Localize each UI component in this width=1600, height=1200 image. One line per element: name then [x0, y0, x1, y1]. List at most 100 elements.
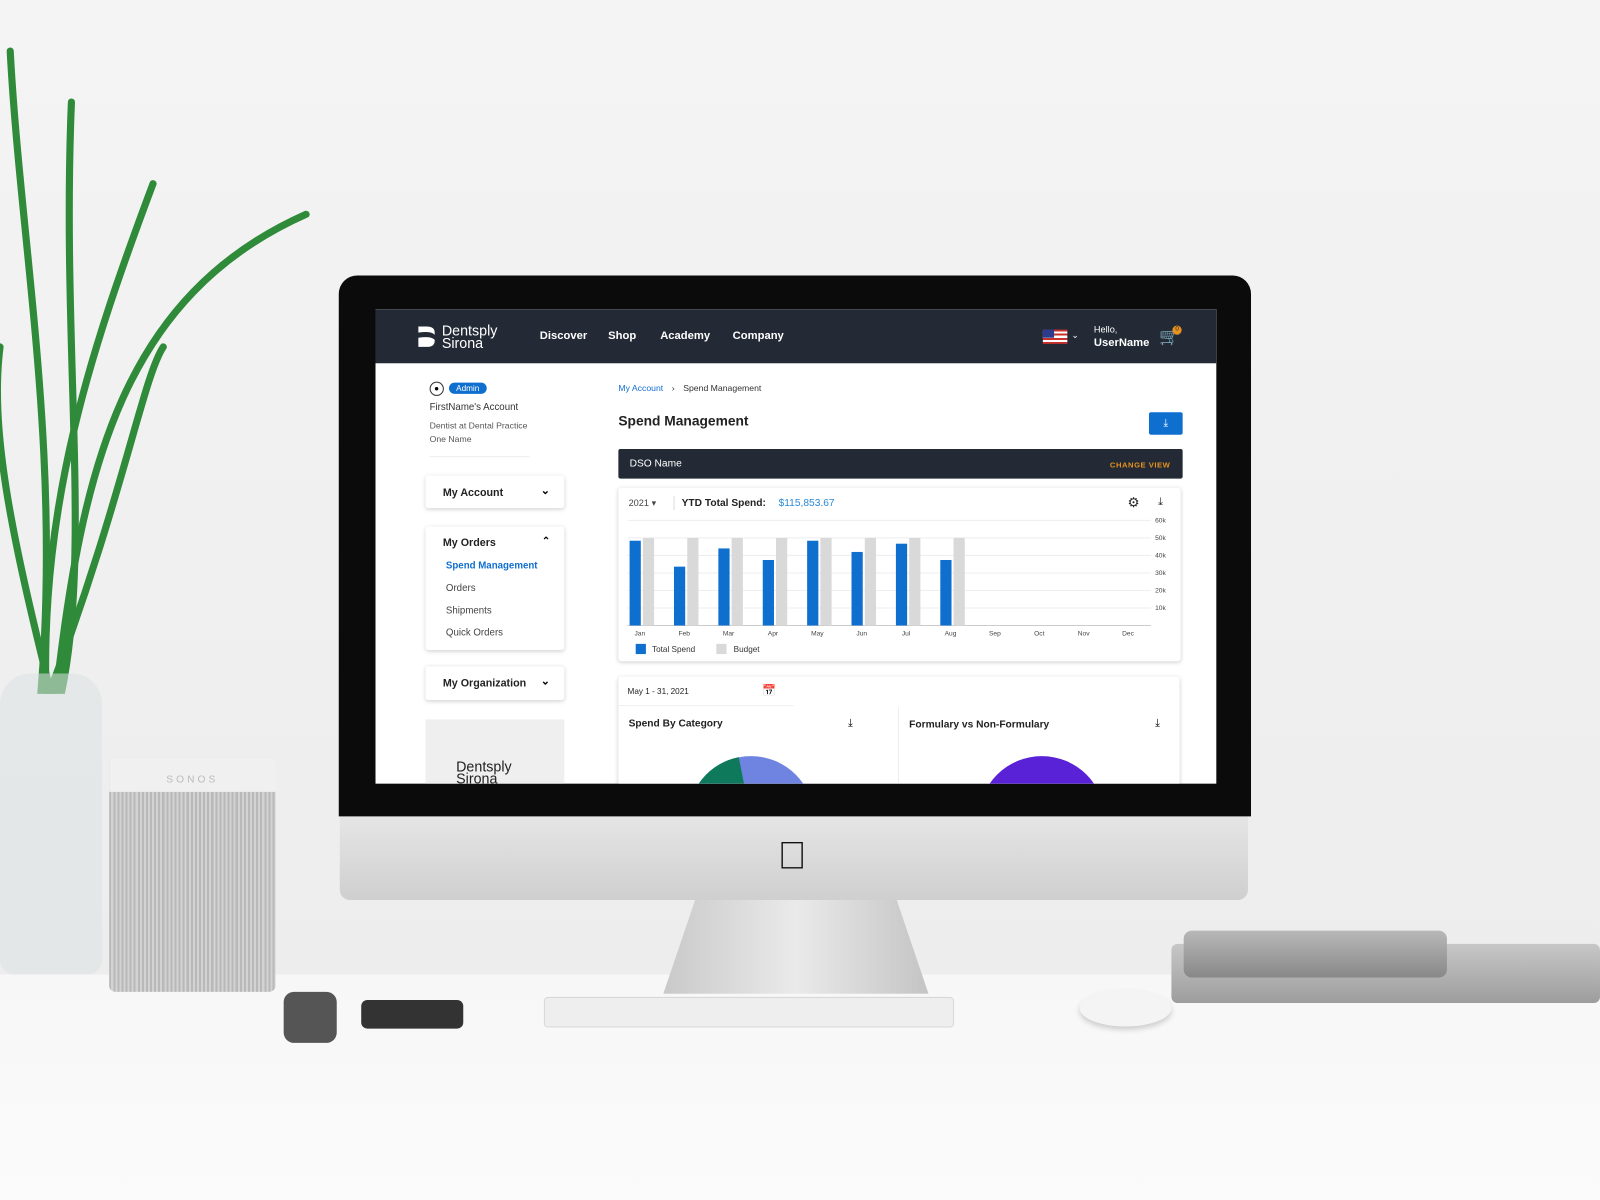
plant-decoration [0, 47, 310, 694]
x-tick-label: Jun [856, 631, 867, 638]
chevron-up-icon[interactable]: ⌃ [542, 536, 551, 547]
bar-total-spend [807, 540, 819, 626]
x-tick-label: Apr [768, 631, 779, 638]
y-tick-label: 30k [1155, 570, 1166, 577]
sidebar-item-shipments[interactable]: Shipments [446, 605, 492, 616]
dso-bar: DSO Name CHANGE VIEW [618, 448, 1183, 479]
formulary-pie [989, 756, 1095, 784]
bar-total-spend [629, 540, 641, 626]
dso-name: DSO Name [629, 458, 682, 470]
us-flag-icon[interactable] [1042, 329, 1068, 344]
bar-budget [864, 537, 877, 626]
bar-total-spend [851, 551, 863, 626]
bar-total-spend [673, 566, 686, 626]
sidebar-item-spend-management[interactable]: Spend Management [446, 560, 538, 571]
y-tick-label: 60k [1155, 517, 1166, 524]
x-tick-label: Feb [678, 631, 690, 638]
breadcrumb-my-account[interactable]: My Account [618, 383, 663, 393]
desk-scene: SONOS  Dentsply Sirona Discover Shop Ac… [0, 0, 1600, 1200]
chevron-down-icon[interactable]: ⌄ [1071, 330, 1079, 341]
breadcrumb: My Account › Spend Management [618, 383, 761, 393]
section-label[interactable]: My Orders [443, 537, 496, 549]
bar-total-spend [762, 559, 774, 626]
x-tick-label: May [811, 631, 824, 638]
account-practice: One Name [429, 433, 472, 444]
x-tick-label: Dec [1122, 631, 1134, 638]
bar-budget [642, 537, 655, 626]
nav-discover[interactable]: Discover [540, 330, 587, 342]
bar-budget [953, 537, 965, 626]
sidebar-item-orders[interactable]: Orders [446, 583, 476, 594]
top-nav: Dentsply Sirona Discover Shop Academy Co… [375, 309, 1217, 364]
user-avatar-icon: ● [429, 381, 444, 396]
x-tick-label: Oct [1034, 631, 1044, 638]
divider [897, 707, 899, 784]
download-icon: ⤓ [1163, 417, 1169, 430]
date-range[interactable]: May 1 - 31, 2021 [628, 687, 689, 696]
screen: Dentsply Sirona Discover Shop Academy Co… [375, 309, 1217, 784]
y-tick-label: 50k [1155, 535, 1166, 542]
divider [618, 705, 794, 707]
breakdown-card: May 1 - 31, 2021 📅 Spend By Category ⤓ F… [618, 676, 1180, 784]
breadcrumb-current: Spend Management [683, 382, 762, 393]
account-role: Dentist at Dental Practice [429, 420, 528, 431]
legend-budget: Budget [733, 644, 760, 655]
keyboard [543, 996, 955, 1028]
x-tick-label: Sep [989, 631, 1001, 638]
nav-academy[interactable]: Academy [660, 330, 710, 342]
legend-swatch-budget [716, 643, 727, 655]
brand-name[interactable]: Dentsply Sirona [442, 323, 498, 350]
nav-company[interactable]: Company [733, 330, 784, 342]
bar-total-spend [895, 543, 908, 626]
apple-logo-icon:  [778, 835, 807, 879]
user-greeting[interactable]: Hello, UserName [1094, 324, 1150, 348]
sidebar-item-quick-orders[interactable]: Quick Orders [446, 628, 503, 639]
calendar-icon[interactable]: 📅 [762, 684, 776, 697]
bar-budget [776, 537, 788, 626]
monitor-stand [663, 899, 929, 994]
glass-vase [0, 673, 103, 975]
y-tick-label: 20k [1155, 588, 1166, 595]
spend-by-category-pie [698, 756, 804, 784]
x-tick-label: Jul [902, 631, 911, 638]
tablet [1183, 930, 1447, 978]
nav-shop[interactable]: Shop [608, 330, 636, 342]
page-title: Spend Management [618, 413, 749, 429]
spend-chart-card: 2021 ▾ YTD Total Spend: $115,853.67 ⚙ ⤓ … [618, 487, 1181, 662]
change-view-link[interactable]: CHANGE VIEW [1110, 460, 1170, 469]
bar-budget [687, 537, 699, 626]
chevron-right-icon: › [671, 382, 675, 393]
spend-by-category-title: Spend By Category [628, 718, 723, 730]
section-label: My Organization [442, 677, 527, 690]
bar-budget [820, 537, 832, 626]
bar-budget [731, 537, 743, 626]
formulary-title: Formulary vs Non-Formulary [909, 719, 1050, 731]
chevron-down-icon[interactable]: ⌄ [541, 674, 550, 688]
bar-total-spend [718, 548, 730, 626]
x-tick-label: Jan [634, 631, 645, 638]
brand-logo-icon[interactable] [416, 324, 436, 348]
admin-badge: Admin [448, 382, 487, 394]
download-icon[interactable]: ⤓ [1155, 717, 1160, 730]
speaker: SONOS [109, 757, 276, 992]
sidebar-my-organization[interactable]: My Organization ⌄ [425, 666, 565, 700]
phone [361, 999, 464, 1029]
promo-banner[interactable]: Dentsply Sirona [425, 719, 565, 784]
bar-total-spend [940, 559, 952, 626]
x-tick-label: Nov [1078, 631, 1090, 638]
greeting-text: Hello, [1093, 324, 1118, 335]
download-button[interactable]: ⤓ [1148, 412, 1183, 435]
bar-budget [909, 537, 921, 626]
account-name: FirstName's Account [429, 402, 519, 414]
section-label: My Account [442, 486, 504, 499]
x-tick-label: Mar [723, 631, 735, 638]
x-tick-label: Aug [945, 631, 957, 638]
chevron-down-icon[interactable]: ⌄ [541, 484, 550, 497]
pie-slice [989, 756, 1095, 784]
sidebar-my-account[interactable]: My Account ⌄ [425, 475, 565, 509]
download-icon[interactable]: ⤓ [848, 717, 853, 730]
watch [283, 991, 337, 1043]
divider [429, 456, 530, 458]
y-tick-label: 10k [1155, 605, 1166, 612]
bar-chart: 10k 20k 30k 40k 50k 60k Jan Feb Mar Apr May Jun Jul A… [627, 517, 1166, 638]
